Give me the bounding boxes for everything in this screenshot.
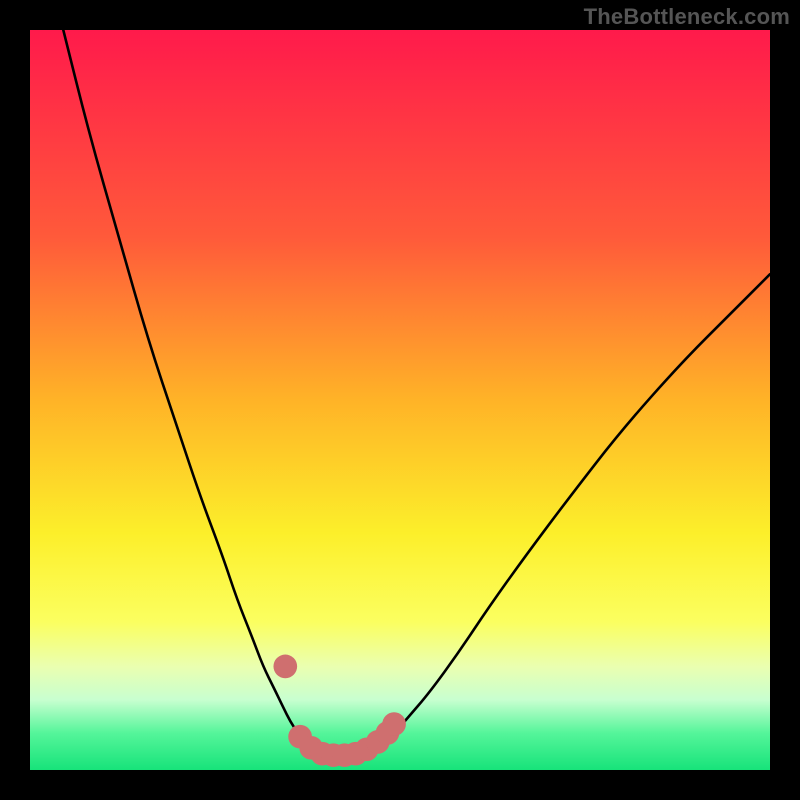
marker-group — [273, 655, 405, 767]
right-curve — [348, 274, 770, 755]
left-curve — [63, 30, 348, 755]
watermark-label: TheBottleneck.com — [584, 4, 790, 30]
chart-svg — [30, 30, 770, 770]
marker-dot — [273, 655, 297, 679]
marker-dot — [382, 712, 406, 736]
plot-area — [30, 30, 770, 770]
outer-frame: TheBottleneck.com — [0, 0, 800, 800]
